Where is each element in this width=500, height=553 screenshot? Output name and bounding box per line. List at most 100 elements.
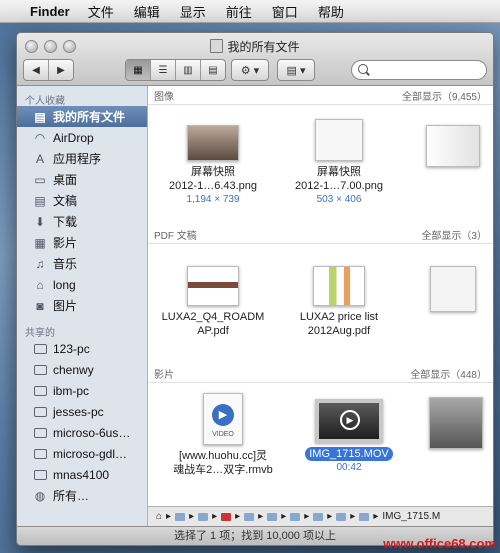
list-view-button[interactable]: ☰ <box>151 60 176 80</box>
forward-button[interactable]: ▶ <box>49 60 73 80</box>
pdf-grid: LUXA2_Q4_ROADM AP.pdf LUXA2 price list 2… <box>148 244 493 364</box>
back-button[interactable]: ◀ <box>24 60 49 80</box>
file-item[interactable]: LUXA2 price list 2012Aug.pdf <box>284 266 394 338</box>
menu-window[interactable]: 窗口 <box>272 2 298 21</box>
file-thumbnail <box>315 119 363 161</box>
file-name-line2: 2012Aug.pdf <box>307 325 371 337</box>
path-item-current[interactable]: IMG_1715.M <box>382 511 440 522</box>
icon-view-button[interactable]: ▦ <box>126 60 151 80</box>
computer-icon <box>33 405 47 419</box>
sidebar-item-label: 下载 <box>53 215 78 229</box>
sidebar: 个人收藏 ▤ 我的所有文件 ◠ AirDrop A 应用程序 ▭ 桌面 ▤ 文稿 ⬇ 下载 … <box>17 86 148 526</box>
pdf-thumbnail <box>430 266 476 312</box>
home-icon[interactable]: ⌂ <box>156 511 162 522</box>
folder-icon[interactable] <box>359 512 370 521</box>
file-name: 屏幕快照 <box>191 166 235 178</box>
arrange-icon: ▤ ▾ <box>286 64 306 77</box>
computer-icon <box>33 447 47 461</box>
play-icon: ▶ <box>340 410 360 430</box>
show-all-link[interactable]: 全部显示（3） <box>421 227 487 242</box>
menu-edit[interactable]: 编辑 <box>134 2 160 21</box>
sidebar-item-downloads[interactable]: ⬇ 下载 <box>17 211 147 232</box>
column-view-button[interactable]: ▥ <box>176 60 201 80</box>
sidebar-item-shared[interactable]: jesses-pc <box>17 401 147 422</box>
toolbar: ◀ ▶ ▦ ☰ ▥ ▤ ⚙ ▾ ▤ ▾ <box>17 57 493 81</box>
play-icon: ▶ <box>212 404 234 426</box>
downloads-icon: ⬇ <box>34 214 46 229</box>
file-browser: 图像 全部显示（9,455） 屏幕快照 2012-1…6.43.png 1,19… <box>148 86 493 526</box>
sidebar-item-shared[interactable]: chenwy <box>17 359 147 380</box>
menu-view[interactable]: 显示 <box>180 2 206 21</box>
file-item-selected[interactable]: ▶ IMG_1715.MOV 00:42 <box>294 399 404 475</box>
stack-preview[interactable] <box>426 397 486 453</box>
sidebar-item-shared[interactable]: microso-6us… <box>17 422 147 443</box>
sidebar-item-home[interactable]: ⌂ long <box>17 274 147 295</box>
sidebar-item-desktop[interactable]: ▭ 桌面 <box>17 169 147 190</box>
status-text: 选择了 1 项；找到 10,000 项以上 <box>174 530 336 542</box>
sidebar-item-shared[interactable]: microso-gdl… <box>17 443 147 464</box>
sidebar-item-airdrop[interactable]: ◠ AirDrop <box>17 127 147 148</box>
path-bar: ⌂ ▸ ▸ ▸ ▸ ▸ ▸ ▸ ▸ ▸ ▸ IMG_1715.M <box>148 506 493 526</box>
sidebar-item-music[interactable]: ♫ 音乐 <box>17 253 147 274</box>
file-name: IMG_1715.MOV <box>305 447 393 461</box>
sidebar-item-label: long <box>53 277 76 292</box>
search-input[interactable] <box>351 60 487 80</box>
file-name-line2: AP.pdf <box>197 325 229 337</box>
sidebar-item-label: 所有… <box>53 489 90 503</box>
image-grid: 屏幕快照 2012-1…6.43.png 1,194 × 739 屏幕快照 20… <box>148 105 493 225</box>
file-item[interactable]: 屏幕快照 2012-1…7.00.png 503 × 406 <box>284 119 394 207</box>
sidebar-item-movies[interactable]: ▦ 影片 <box>17 232 147 253</box>
documents-icon: ▤ <box>34 193 46 208</box>
coverflow-view-button[interactable]: ▤ <box>201 60 225 80</box>
folder-icon[interactable] <box>198 512 209 521</box>
sidebar-item-label: 文稿 <box>53 194 78 208</box>
pictures-icon: ◙ <box>36 298 44 313</box>
window-title-text: 我的所有文件 <box>227 40 300 54</box>
show-all-link[interactable]: 全部显示（448） <box>410 366 487 381</box>
sidebar-item-label: 音乐 <box>53 257 78 271</box>
folder-icon[interactable] <box>336 512 347 521</box>
file-item[interactable]: ▶ VIDEO [www.huohu.cc]灵 魂战车2…双字.rmvb <box>158 393 288 477</box>
show-all-link[interactable]: 全部显示（9,455） <box>402 88 487 103</box>
image-dimensions: 503 × 406 <box>316 194 362 205</box>
pdf-thumbnail <box>187 266 239 306</box>
sidebar-item-applications[interactable]: A 应用程序 <box>17 148 147 169</box>
menu-go[interactable]: 前往 <box>226 2 252 21</box>
sidebar-item-shared[interactable]: ibm-pc <box>17 380 147 401</box>
action-menu-button[interactable]: ⚙ ▾ <box>231 59 269 81</box>
group-label: 影片 <box>154 369 174 381</box>
sidebar-item-shared[interactable]: 123-pc <box>17 338 147 359</box>
sidebar-item-shared[interactable]: ◍ 所有… <box>17 485 147 506</box>
applications-icon: A <box>35 151 44 166</box>
sidebar-item-all-my-files[interactable]: ▤ 我的所有文件 <box>17 106 147 127</box>
path-separator: ▸ <box>350 511 356 522</box>
menu-file[interactable]: 文件 <box>88 2 114 21</box>
folder-icon[interactable] <box>290 512 301 521</box>
group-header-pdf: PDF 文稿 全部显示（3） <box>148 225 493 244</box>
stack-preview[interactable] <box>428 266 478 316</box>
file-item[interactable]: LUXA2_Q4_ROADM AP.pdf <box>158 266 268 338</box>
computer-icon <box>33 426 47 440</box>
folder-icon[interactable] <box>175 512 186 521</box>
sidebar-item-documents[interactable]: ▤ 文稿 <box>17 190 147 211</box>
path-separator: ▸ <box>258 511 264 522</box>
list-view-icon: ☰ <box>158 64 168 76</box>
menu-app-finder[interactable]: Finder <box>30 4 70 19</box>
file-item[interactable]: 屏幕快照 2012-1…6.43.png 1,194 × 739 <box>158 125 268 207</box>
favorites-header: 个人收藏 <box>25 96 65 107</box>
sidebar-item-label: 应用程序 <box>53 152 102 166</box>
menu-help[interactable]: 帮助 <box>318 2 344 21</box>
folder-icon[interactable] <box>313 512 324 521</box>
sidebar-item-label: jesses-pc <box>53 404 104 419</box>
folder-icon[interactable] <box>267 512 278 521</box>
disk-icon[interactable] <box>221 512 232 521</box>
sidebar-item-shared[interactable]: mnas4100 <box>17 464 147 485</box>
arrange-menu-button[interactable]: ▤ ▾ <box>277 59 315 81</box>
pdf-thumbnail <box>313 266 365 306</box>
folder-icon[interactable] <box>244 512 255 521</box>
path-separator: ▸ <box>166 511 172 522</box>
stack-preview[interactable] <box>423 125 483 171</box>
file-thumbnail <box>187 125 239 161</box>
home-icon: ⌂ <box>36 277 44 292</box>
sidebar-item-pictures[interactable]: ◙ 图片 <box>17 295 147 316</box>
